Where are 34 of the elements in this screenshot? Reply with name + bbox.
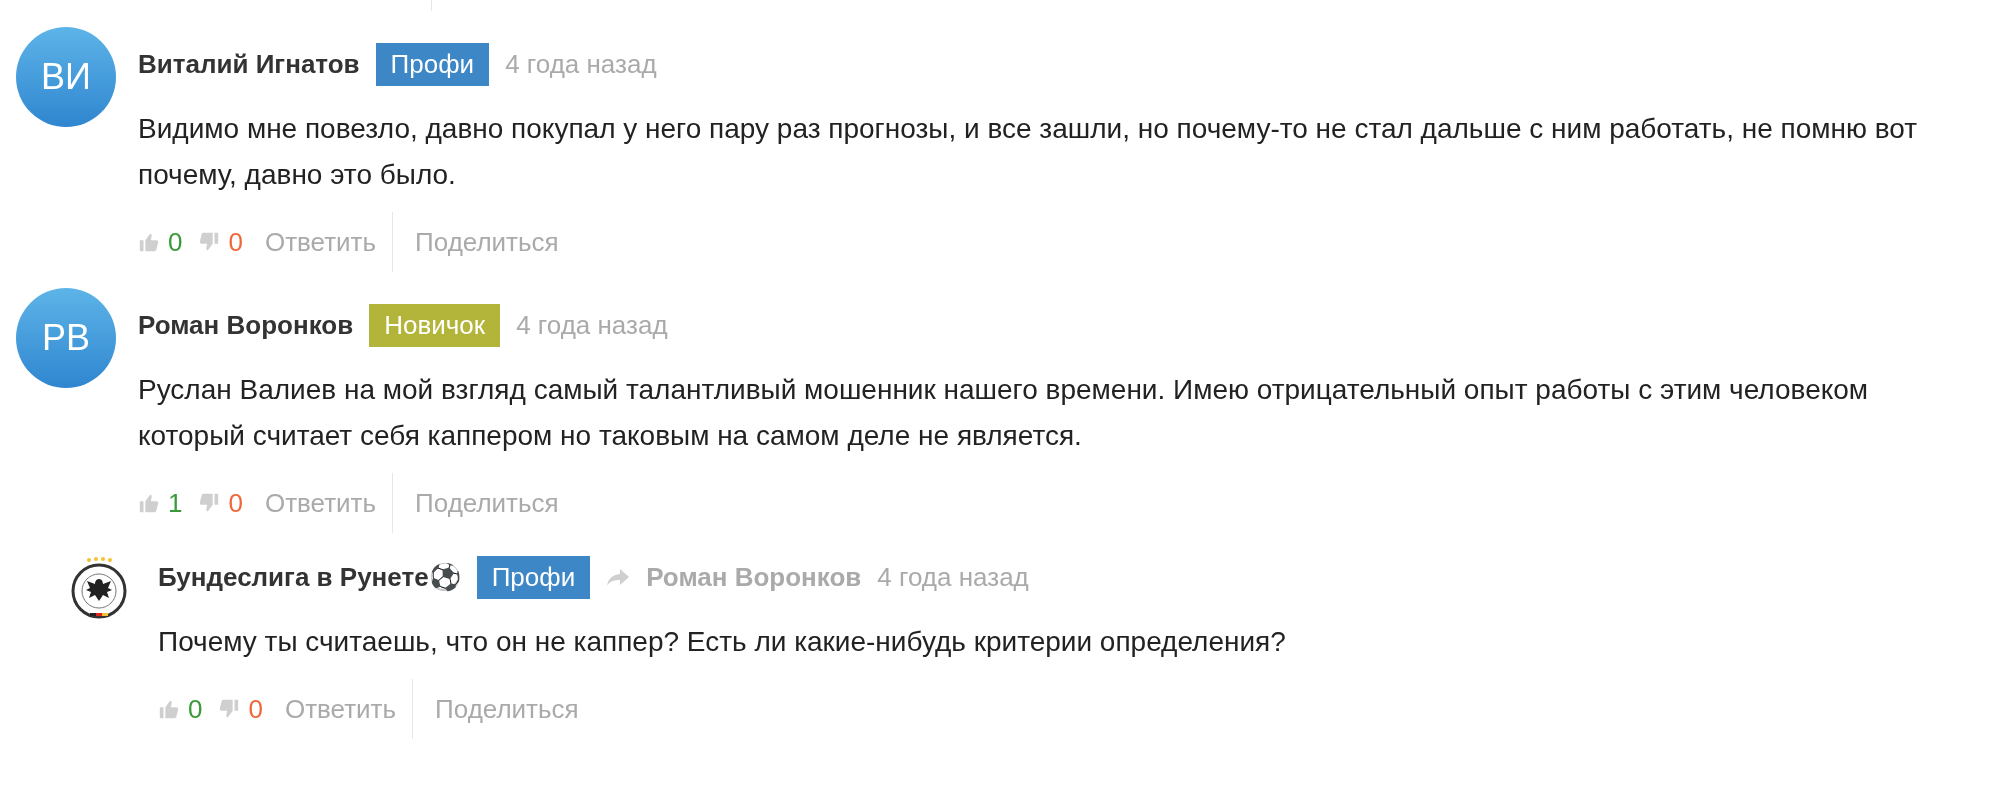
like-button[interactable]: 0 (158, 689, 203, 729)
like-button[interactable]: 0 (138, 222, 183, 262)
comment-text: Почему ты считаешь, что он не каппер? Есть ли какие-нибудь критерии определения? (158, 625, 1287, 659)
thumbs-down-icon[interactable] (198, 492, 221, 514)
thumbs-up-icon[interactable] (158, 698, 180, 720)
comment-time: 4 года назад (516, 308, 668, 342)
author-name[interactable]: Роман Воронков (138, 305, 354, 345)
rank-badge: Профи (375, 42, 490, 86)
author-name[interactable]: Виталий Игнатов (138, 44, 360, 84)
user-avatar: РВ (16, 288, 116, 388)
reply-button[interactable]: Ответить (264, 483, 393, 523)
dislike-button[interactable]: 0 (198, 222, 243, 262)
thumbs-down-icon[interactable] (198, 231, 221, 253)
comment-time: 4 года назад (877, 560, 1029, 594)
dislike-button[interactable]: 0 (198, 483, 243, 523)
author-name[interactable]: Бундеслига в Рунете⚽ (158, 557, 461, 597)
dislike-button[interactable]: 0 (218, 689, 263, 729)
share-button[interactable]: Поделиться (415, 483, 559, 523)
reply-to-name[interactable]: Роман Воронков (646, 557, 862, 597)
comment-time: 4 года назад (505, 47, 657, 81)
reply-arrow-icon (606, 567, 631, 587)
rank-badge: Новичок (369, 303, 501, 347)
comment-text: Видимо мне повезло, давно покупал у него пару раз прогнозы, и все зашли, но почему-то не стал дальше с ним работать, не помню вот почему, давно это было. (138, 112, 1919, 192)
thumbs-down-icon[interactable] (218, 698, 241, 720)
share-button[interactable]: Поделиться (415, 222, 559, 262)
reply-button[interactable]: Ответить (284, 689, 413, 729)
user-avatar: ВИ (16, 27, 116, 127)
reply-button[interactable]: Ответить (264, 222, 393, 262)
share-button[interactable]: Поделиться (435, 689, 579, 729)
rank-badge: Профи (476, 555, 591, 599)
comment-text: Руслан Валиев на мой взгляд самый талантливый мошенник нашего времени. Имею отрицательный опыт работы с этим человеком который считает себя каппером но таковым на самом деле не является. (138, 373, 1870, 453)
like-button[interactable]: 1 (138, 483, 183, 523)
thumbs-up-icon[interactable] (138, 231, 160, 253)
thumbs-up-icon[interactable] (138, 492, 160, 514)
